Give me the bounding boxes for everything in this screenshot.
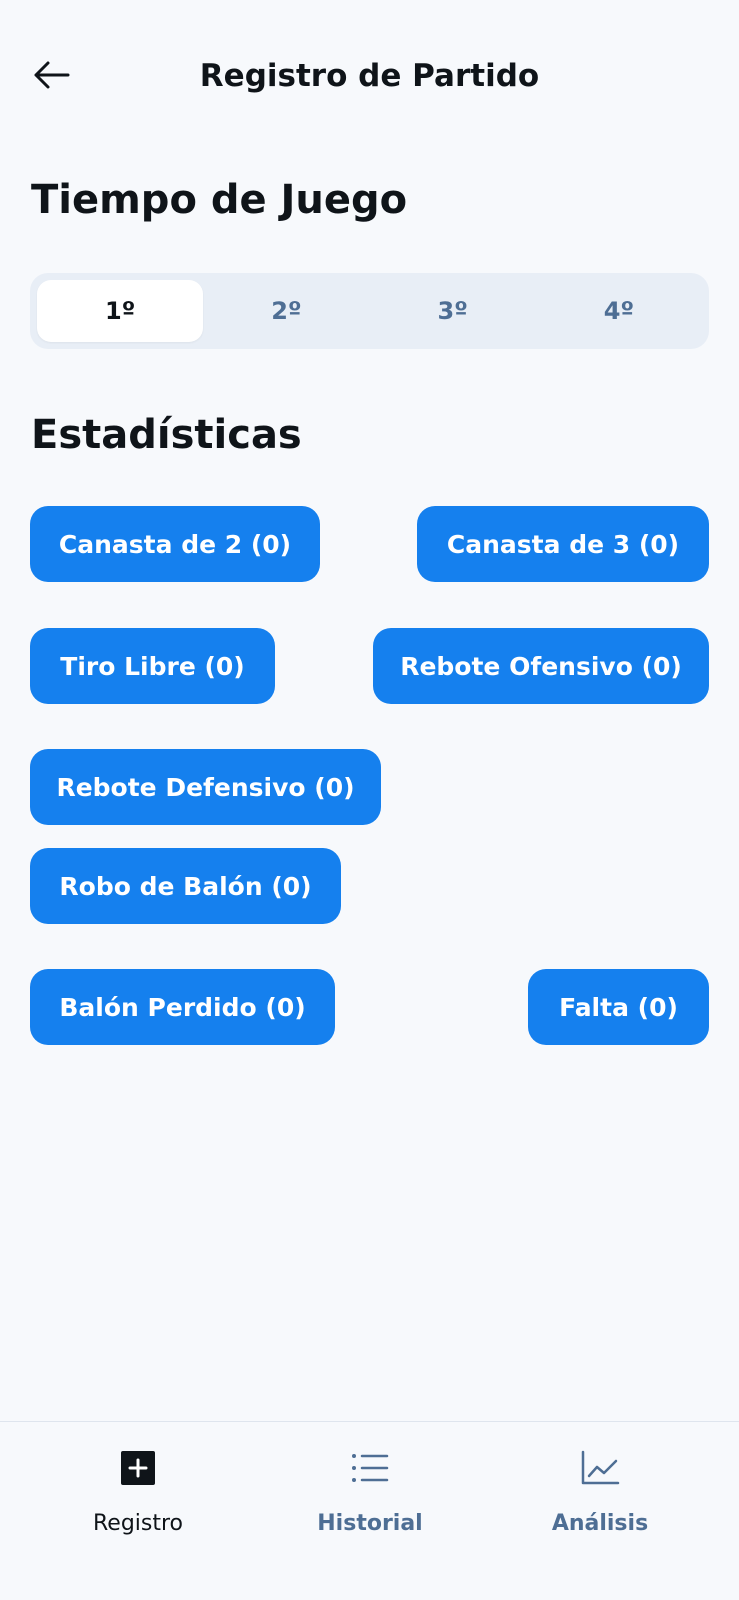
period-tab-1[interactable]: 1º: [37, 280, 204, 342]
steal-button[interactable]: Robo de Balón (0): [30, 848, 341, 924]
stats-title: Estadísticas: [31, 412, 302, 458]
screen: Registro de Partido Tiempo de Juego 1º 2…: [0, 0, 739, 1600]
bottom-nav: Registro Historial Análisis: [0, 1421, 739, 1600]
offensive-rebound-button[interactable]: Rebote Ofensivo (0): [373, 628, 709, 704]
nav-item-historial[interactable]: Historial: [270, 1448, 470, 1558]
period-tab-2[interactable]: 2º: [203, 280, 369, 342]
line-chart-icon: [580, 1448, 620, 1488]
turnover-button[interactable]: Balón Perdido (0): [30, 969, 335, 1045]
plus-square-icon: [118, 1448, 158, 1488]
period-tab-3[interactable]: 3º: [370, 280, 536, 342]
nav-label-historial: Historial: [317, 1511, 423, 1536]
free-throw-button[interactable]: Tiro Libre (0): [30, 628, 275, 704]
nav-label-registro: Registro: [92, 1511, 184, 1536]
nav-item-analisis[interactable]: Análisis: [500, 1448, 700, 1558]
header: Registro de Partido: [0, 0, 739, 150]
foul-button[interactable]: Falta (0): [528, 969, 709, 1045]
three-point-button[interactable]: Canasta de 3 (0): [417, 506, 709, 582]
nav-label-analisis: Análisis: [551, 1511, 649, 1536]
game-time-title: Tiempo de Juego: [31, 177, 408, 223]
period-tab-4[interactable]: 4º: [536, 280, 702, 342]
period-selector: 1º 2º 3º 4º: [30, 273, 709, 349]
defensive-rebound-button[interactable]: Rebote Defensivo (0): [30, 749, 381, 825]
list-icon: [350, 1448, 390, 1488]
page-title: Registro de Partido: [199, 58, 540, 94]
nav-item-registro[interactable]: Registro: [38, 1448, 238, 1558]
two-point-button[interactable]: Canasta de 2 (0): [30, 506, 320, 582]
